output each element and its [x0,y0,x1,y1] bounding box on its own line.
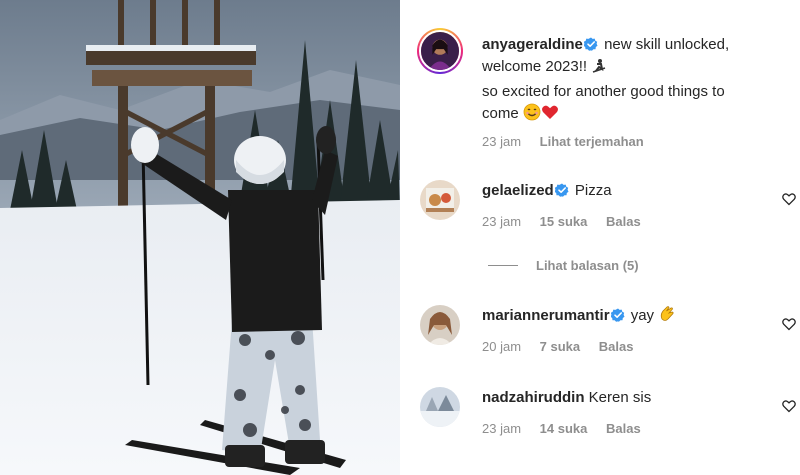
comment-time: 23 jam [482,214,522,229]
comment-avatar[interactable] [420,180,460,220]
caption-text-line1: new skill unlocked, [604,36,730,53]
comment-meta: 23 jam 14 suka Balas [482,421,656,436]
comment-meta: 23 jam 15 suka Balas [482,214,656,229]
avatar-image [421,32,459,70]
red-heart-emoji-icon [541,103,559,128]
verified-badge-icon [554,183,569,197]
see-translation-button[interactable]: Lihat terjemahan [540,134,644,149]
caption-text-line2: welcome 2023!! [482,58,588,75]
comment-username[interactable]: mariannerumantir [482,307,610,324]
comment-username[interactable]: nadzahiruddin [482,389,585,406]
comment-avatar[interactable] [420,305,460,345]
replies-divider [488,265,518,266]
comments-panel: anyageraldine new skill unlocked, welcom… [400,0,800,475]
view-replies-label: Lihat balasan (5) [536,258,639,273]
comment-meta: 20 jam 7 suka Balas [482,339,648,354]
comment-body: mariannerumantir yay [482,305,766,330]
comment-likes[interactable]: 14 suka [540,421,588,436]
verified-badge-icon [610,308,625,322]
reply-button[interactable]: Balas [606,421,641,436]
post-photo[interactable] [0,0,400,475]
caption-username[interactable]: anyageraldine [482,36,583,53]
comment-text: Keren sis [588,389,652,406]
caption-time: 23 jam [482,134,522,149]
caption-body: anyageraldine new skill unlocked, welcom… [482,34,766,128]
smiling-face-emoji-icon [523,103,541,128]
avatar-image [420,305,460,345]
comment-body: nadzahiruddin Keren sis [482,387,766,409]
caption-text-line3: so excited for another good things to [482,83,725,100]
comment-likes[interactable]: 15 suka [540,214,588,229]
clapping-hands-emoji-icon [658,305,676,330]
comment-body: gelaelized Pizza [482,180,766,202]
caption-avatar[interactable] [417,28,463,74]
comment-text: yay [630,307,655,324]
heart-outline-icon[interactable] [782,317,796,331]
comment-time: 23 jam [482,421,522,436]
comment-likes[interactable]: 7 suka [540,339,580,354]
skier-photo-illustration [0,0,400,475]
avatar-image [420,387,460,427]
heart-outline-icon[interactable] [782,192,796,206]
skier-emoji-icon [591,58,607,81]
comment-avatar[interactable] [420,387,460,427]
verified-badge-icon [583,37,598,51]
comment-time: 20 jam [482,339,522,354]
reply-button[interactable]: Balas [606,214,641,229]
comment-text: Pizza [574,182,612,199]
caption-text-line4: come [482,105,519,122]
comment-username[interactable]: gelaelized [482,182,554,199]
view-replies-button[interactable]: Lihat balasan (5) [488,258,639,273]
caption-meta: 23 jam Lihat terjemahan [482,134,659,149]
reply-button[interactable]: Balas [599,339,634,354]
avatar-image [420,180,460,220]
heart-outline-icon[interactable] [782,399,796,413]
